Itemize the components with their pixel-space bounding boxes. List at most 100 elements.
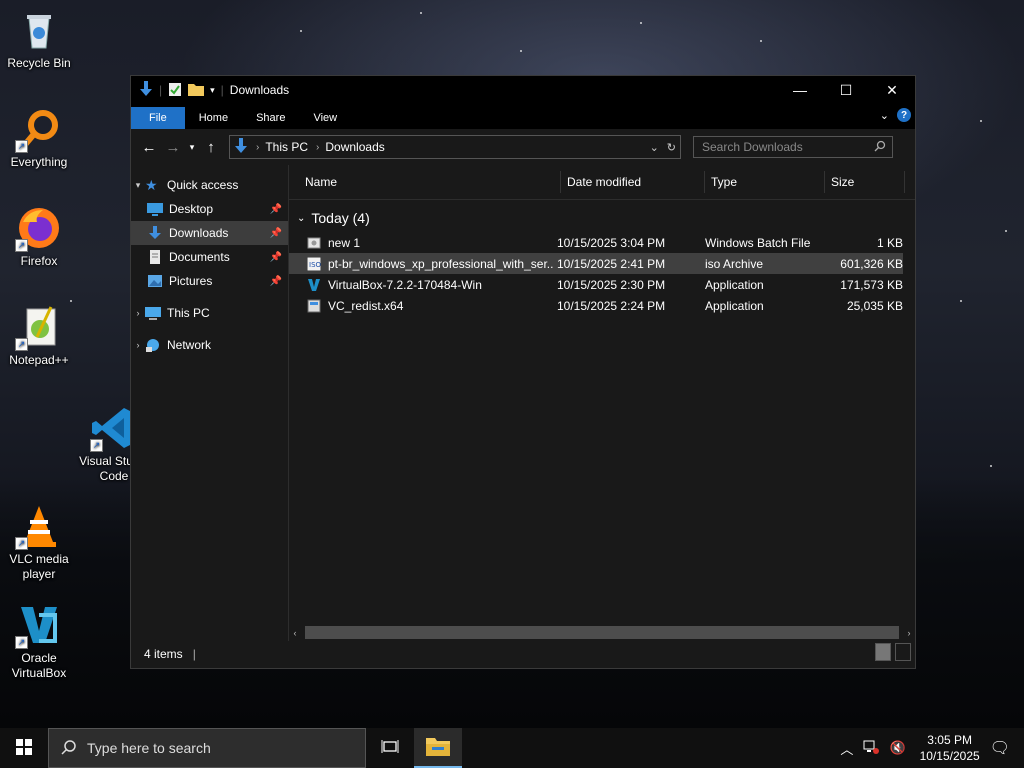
taskbar-file-explorer[interactable]	[414, 728, 462, 768]
system-tray: ︿ 🔇 3:05 PM 10/15/2025 🗨	[840, 728, 1024, 768]
nav-network[interactable]: › Network	[131, 333, 288, 357]
address-history-chevron-icon[interactable]: ⌄	[650, 141, 659, 154]
expanded-chevron-icon[interactable]: ▾	[131, 180, 145, 191]
tab-share[interactable]: Share	[242, 107, 299, 129]
search-input[interactable]: Search Downloads	[693, 136, 893, 158]
customize-toolbar-chevron-icon[interactable]: ▾	[210, 85, 215, 96]
shortcut-arrow-icon: ↗	[15, 239, 28, 252]
nav-label: Documents	[169, 250, 230, 264]
tab-view[interactable]: View	[299, 107, 351, 129]
volume-muted-icon[interactable]: 🔇	[889, 740, 905, 756]
collapsed-chevron-icon[interactable]: ›	[131, 308, 145, 318]
breadcrumb-downloads[interactable]: Downloads	[325, 140, 384, 154]
desktop-icon-firefox[interactable]: ↗ Firefox	[1, 204, 77, 269]
collapsed-chevron-icon[interactable]: ›	[131, 340, 145, 350]
file-name: VC_redist.x64	[328, 298, 404, 313]
desktop-icon-label: Firefox	[20, 254, 58, 268]
breadcrumb-separator-icon: ›	[316, 141, 320, 153]
documents-folder-icon	[147, 250, 163, 264]
scrollbar-thumb[interactable]	[305, 626, 899, 639]
file-size: 601,326 KB	[840, 256, 903, 271]
details-view-button[interactable]	[875, 643, 891, 661]
clock-time: 3:05 PM	[927, 733, 972, 747]
desktop-icon-everything[interactable]: ↗ Everything	[1, 105, 77, 170]
refresh-icon[interactable]: ↻	[667, 141, 676, 154]
recent-locations-chevron-icon[interactable]: ▾	[185, 142, 199, 153]
file-date: 10/15/2025 3:04 PM	[557, 235, 666, 250]
clock[interactable]: 3:05 PM 10/15/2025	[920, 732, 980, 764]
nav-label: Network	[167, 338, 212, 352]
taskbar-search-box[interactable]: Type here to search	[48, 728, 366, 768]
desktop-icon-recycle-bin[interactable]: Recycle Bin	[1, 6, 77, 71]
file-type: Windows Batch File	[705, 235, 811, 250]
task-view-button[interactable]	[366, 728, 414, 768]
forward-arrow-icon[interactable]: →	[161, 139, 185, 156]
nav-item-desktop[interactable]: Desktop 📌	[131, 197, 288, 221]
column-header-name[interactable]: Name	[289, 171, 561, 193]
back-arrow-icon[interactable]: ←	[137, 139, 161, 156]
expand-ribbon-chevron-icon[interactable]: ⌄	[880, 109, 889, 122]
batch-file-icon	[307, 236, 321, 250]
up-arrow-icon[interactable]: ↑	[199, 139, 223, 156]
file-name: new 1	[328, 235, 361, 250]
help-icon[interactable]: ?	[897, 108, 911, 122]
address-bar[interactable]: › This PC › Downloads ⌄ ↻	[229, 135, 681, 159]
scroll-left-arrow-icon[interactable]: ‹	[289, 628, 301, 638]
group-collapse-chevron-icon[interactable]: ⌄	[297, 213, 305, 224]
search-icon	[61, 739, 77, 758]
group-header-today[interactable]: ⌄ Today (4)	[297, 210, 915, 226]
title-bar: | ▾ | Downloads — ☐ ✕	[131, 76, 915, 104]
column-header-date-modified[interactable]: Date modified	[561, 171, 705, 193]
desktop-icon-label: Everything	[10, 155, 68, 169]
notifications-icon[interactable]: 🗨	[990, 738, 1010, 758]
breadcrumb-separator-icon: ›	[256, 141, 260, 153]
breadcrumb-this-pc[interactable]: This PC	[265, 140, 308, 154]
downloads-folder-icon	[147, 226, 163, 240]
large-icons-view-button[interactable]	[895, 643, 911, 661]
file-row[interactable]: new 1 10/15/2025 3:04 PM Windows Batch F…	[289, 232, 903, 253]
status-separator: |	[192, 646, 196, 661]
new-folder-icon[interactable]	[188, 82, 205, 99]
show-hidden-icons-chevron-icon[interactable]: ︿	[840, 739, 853, 758]
maximize-icon: ☐	[839, 81, 853, 98]
ribbon-tabs: File Home Share View ⌄ ?	[131, 104, 915, 129]
file-size: 171,573 KB	[840, 277, 903, 292]
nav-label: Downloads	[169, 226, 229, 240]
file-row[interactable]: VC_redist.x64 10/15/2025 2:24 PM Applica…	[289, 295, 903, 316]
start-button[interactable]	[0, 728, 48, 768]
taskbar-search-placeholder: Type here to search	[87, 740, 211, 756]
horizontal-scrollbar[interactable]: ‹ ›	[289, 624, 915, 641]
file-row[interactable]: VirtualBox-7.2.2-170484-Win 10/15/2025 2…	[289, 274, 903, 295]
file-explorer-window: | ▾ | Downloads — ☐ ✕ File Home Share Vi…	[130, 75, 916, 669]
properties-icon[interactable]	[168, 81, 182, 100]
nav-item-pictures[interactable]: Pictures 📌	[131, 269, 288, 293]
nav-item-downloads[interactable]: Downloads 📌	[131, 221, 288, 245]
tab-home[interactable]: Home	[185, 107, 242, 129]
everything-search-icon: ↗	[15, 105, 63, 153]
nav-this-pc[interactable]: › This PC	[131, 301, 288, 325]
nav-item-documents[interactable]: Documents 📌	[131, 245, 288, 269]
file-type: iso Archive	[705, 256, 764, 271]
notepad-plus-plus-icon: ↗	[15, 303, 63, 351]
column-header-type[interactable]: Type	[705, 171, 825, 193]
desktop-icon-notepad-plus-plus[interactable]: ↗ Notepad++	[1, 303, 77, 368]
column-header-size[interactable]: Size	[825, 171, 905, 193]
desktop-icon-vlc[interactable]: ↗ VLC media player	[1, 502, 77, 582]
nav-label: Pictures	[169, 274, 213, 288]
nav-quick-access[interactable]: ▾ ★ Quick access	[131, 173, 288, 197]
file-row-selected[interactable]: ISO pt-br_windows_xp_professional_with_s…	[289, 253, 903, 274]
nav-label: Desktop	[169, 202, 214, 216]
network-status-icon[interactable]	[863, 740, 880, 757]
close-button[interactable]: ✕	[869, 76, 915, 104]
file-explorer-icon	[426, 736, 450, 759]
maximize-button[interactable]: ☐	[823, 76, 869, 104]
file-type: Application	[705, 277, 764, 292]
vc-redist-installer-icon	[307, 299, 321, 313]
minimize-button[interactable]: —	[777, 76, 823, 104]
scroll-right-arrow-icon[interactable]: ›	[903, 628, 915, 638]
tab-file[interactable]: File	[131, 107, 185, 129]
network-icon	[145, 338, 161, 352]
firefox-icon: ↗	[15, 204, 63, 252]
desktop-icon-label: Recycle Bin	[7, 56, 71, 70]
desktop-icon-virtualbox[interactable]: ↗ Oracle VirtualBox	[1, 601, 77, 681]
